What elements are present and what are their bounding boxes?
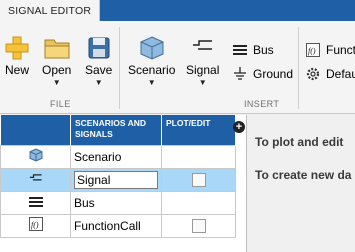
function-call-button[interactable]: f() Funct <box>305 43 355 57</box>
ground-icon <box>232 67 248 81</box>
bus-icon <box>232 43 248 57</box>
signal-icon <box>29 174 42 181</box>
group-separator <box>298 27 299 109</box>
gear-icon <box>305 67 321 81</box>
save-dropdown-icon[interactable]: ▼ <box>95 78 103 87</box>
icon-column-header <box>0 115 71 145</box>
scenario-cube-icon <box>29 148 42 162</box>
new-label: New <box>4 63 29 77</box>
scenarios-signals-header: SCENARIOS AND SIGNALS <box>70 115 162 145</box>
function-call-icon: f() <box>305 43 321 57</box>
open-button[interactable]: Open ▼ <box>42 35 71 87</box>
default-button[interactable]: Defau <box>305 67 355 81</box>
row-plot-cell <box>161 167 236 192</box>
function-call-label: Funct <box>326 43 355 57</box>
function-call-icon-cell: f() <box>0 213 71 238</box>
scenario-cube-icon <box>140 36 164 60</box>
add-column-plus-icon[interactable]: + <box>233 121 245 133</box>
scenario-button[interactable]: Scenario ▼ <box>128 35 175 87</box>
svg-text:f(): f() <box>31 221 39 230</box>
help-text-plot: To plot and edit <box>255 135 344 149</box>
default-label: Defau <box>326 67 355 81</box>
signal-name-input[interactable]: Signal <box>74 170 158 189</box>
row-name-edit-cell[interactable]: Signal <box>70 167 162 192</box>
toolstrip: New Open ▼ Save ▼ FILE Scenario ▼ Signal… <box>0 21 355 114</box>
save-button[interactable]: Save ▼ <box>85 35 112 87</box>
signal-button[interactable]: Signal ▼ <box>186 35 219 87</box>
bus-label: Bus <box>253 43 274 57</box>
new-button[interactable]: New <box>4 35 30 77</box>
help-text-create: To create new da <box>255 168 352 182</box>
bus-button[interactable]: Bus <box>232 43 274 57</box>
ground-button[interactable]: Ground <box>232 67 293 81</box>
function-call-icon: f() <box>28 217 43 231</box>
table-row[interactable]: Signal <box>0 167 236 192</box>
tab-signal-editor[interactable]: SIGNAL EDITOR <box>0 0 101 21</box>
group-separator <box>119 27 120 109</box>
table-row[interactable]: f() FunctionCall <box>0 213 236 238</box>
row-name[interactable]: Scenario <box>70 144 162 169</box>
signal-dropdown-icon[interactable]: ▼ <box>199 78 207 87</box>
new-plus-icon <box>5 36 29 60</box>
floppy-disk-icon <box>88 37 110 59</box>
ground-label: Ground <box>253 67 294 81</box>
help-pane: To plot and edit To create new da <box>248 115 355 252</box>
open-label: Open <box>42 63 72 77</box>
row-name[interactable]: Bus <box>70 190 162 215</box>
signal-icon <box>192 40 212 50</box>
plot-edit-header: PLOT/EDIT <box>161 115 236 145</box>
table-header-row: SCENARIOS AND SIGNALS PLOT/EDIT <box>0 115 236 145</box>
file-group-label: FILE <box>50 99 71 109</box>
bus-icon <box>28 196 43 207</box>
row-plot-cell <box>161 213 236 238</box>
plot-edit-checkbox[interactable] <box>191 218 206 233</box>
signal-label: Signal <box>186 63 220 77</box>
table-row[interactable]: Bus <box>0 190 236 215</box>
table-row[interactable]: Scenario <box>0 144 236 169</box>
scenario-label: Scenario <box>128 63 176 77</box>
row-plot-cell <box>161 144 236 169</box>
row-name[interactable]: FunctionCall <box>70 213 162 238</box>
signal-table-panel: SCENARIOS AND SIGNALS PLOT/EDIT Scenario… <box>0 115 247 252</box>
scenario-icon-cell <box>0 144 71 169</box>
bus-icon-cell <box>0 190 71 215</box>
row-plot-cell <box>161 190 236 215</box>
svg-text:f(): f() <box>308 47 316 56</box>
signal-icon-cell <box>0 167 71 192</box>
insert-group-label: INSERT <box>244 99 280 109</box>
open-dropdown-icon[interactable]: ▼ <box>53 78 61 87</box>
plot-edit-checkbox[interactable] <box>191 172 206 187</box>
scenario-dropdown-icon[interactable]: ▼ <box>148 78 156 87</box>
save-label: Save <box>85 63 113 77</box>
title-strip: SIGNAL EDITOR <box>0 0 355 21</box>
folder-icon <box>44 39 70 59</box>
signals-table: SCENARIOS AND SIGNALS PLOT/EDIT Scenario… <box>0 115 236 238</box>
